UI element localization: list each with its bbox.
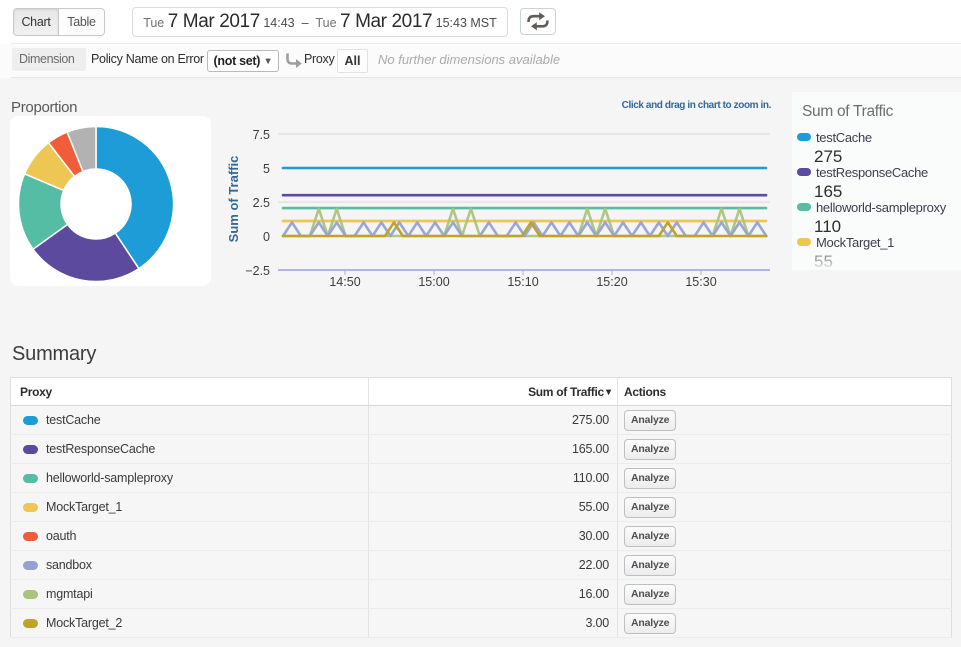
svg-text:15:00: 15:00 — [418, 275, 449, 289]
svg-text:−2.5: −2.5 — [245, 264, 270, 278]
svg-text:15:30: 15:30 — [685, 275, 716, 289]
svg-text:5: 5 — [263, 162, 270, 176]
svg-text:15:20: 15:20 — [596, 275, 627, 289]
svg-text:0: 0 — [263, 230, 270, 244]
svg-text:14:50: 14:50 — [329, 275, 360, 289]
svg-text:2.5: 2.5 — [253, 196, 270, 210]
svg-text:Sum of Traffic: Sum of Traffic — [226, 156, 241, 243]
svg-text:15:10: 15:10 — [507, 275, 538, 289]
svg-text:7.5: 7.5 — [253, 128, 270, 142]
